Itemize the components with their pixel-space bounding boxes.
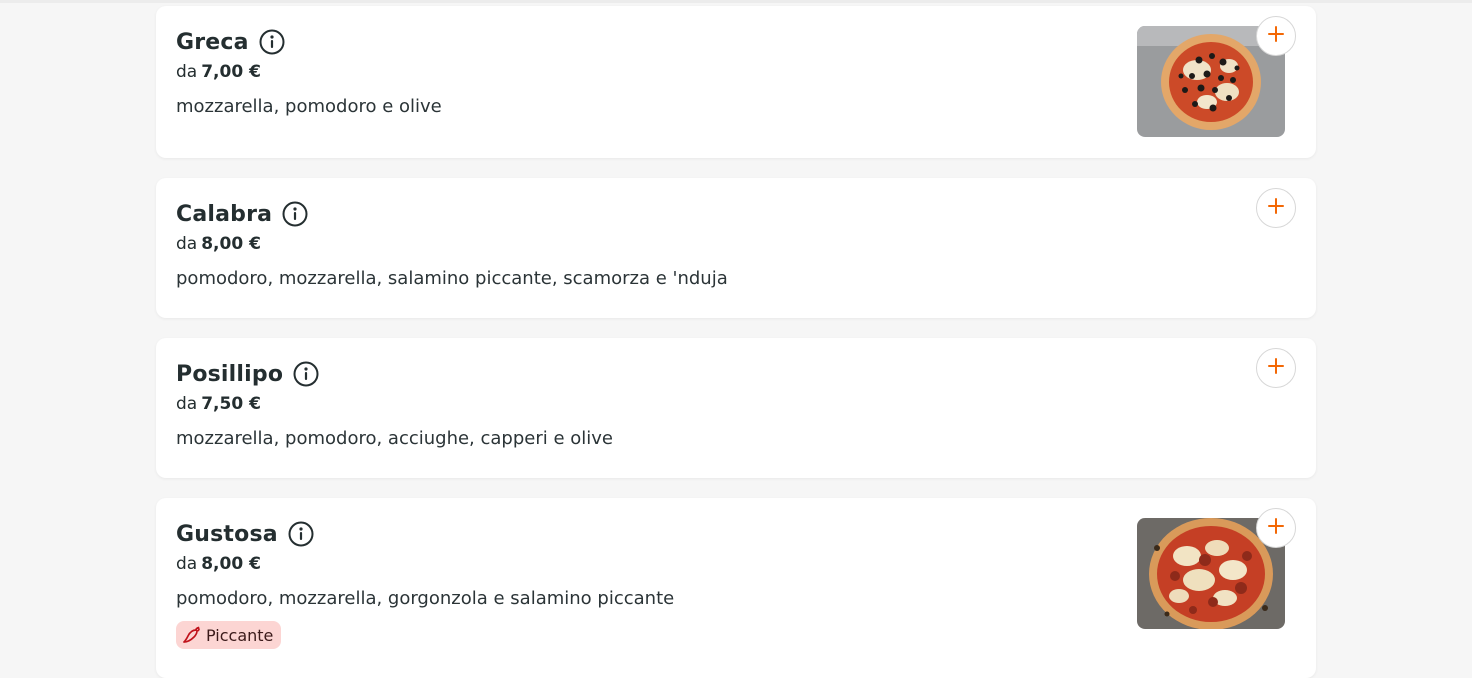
- item-title-row: Posillipo: [176, 358, 1296, 390]
- item-description: pomodoro, mozzarella, gorgonzola e salam…: [176, 588, 675, 609]
- plus-icon: [1267, 25, 1285, 47]
- item-price: 7,50 €: [201, 394, 261, 414]
- add-to-cart-button[interactable]: [1256, 16, 1296, 56]
- plus-icon: [1267, 517, 1285, 539]
- item-description: mozzarella, pomodoro, acciughe, capperi …: [176, 428, 614, 449]
- item-price-row: da 7,50 €: [176, 394, 1296, 418]
- menu-item-card[interactable]: Gustosa da 8,00 € pomodoro, mozzarella, g…: [156, 498, 1316, 678]
- item-price-row: da 7,00 €: [176, 62, 1296, 86]
- item-description: mozzarella, pomodoro e olive: [176, 96, 442, 117]
- top-header-edge: [0, 0, 1472, 3]
- badge-label: Piccante: [206, 625, 274, 645]
- price-prefix: da: [176, 394, 198, 414]
- add-to-cart-button[interactable]: [1256, 348, 1296, 388]
- menu-item-card[interactable]: Posillipo da 7,50 € mozzarella, pomodoro,…: [156, 338, 1316, 478]
- item-title-row: Calabra: [176, 198, 1296, 230]
- info-circle-icon[interactable]: [288, 521, 314, 547]
- item-title-row: Greca: [176, 26, 1296, 58]
- item-price: 8,00 €: [201, 234, 261, 254]
- info-circle-icon[interactable]: [259, 29, 285, 55]
- item-description: pomodoro, mozzarella, salamino piccante,…: [176, 268, 728, 289]
- menu-item-card[interactable]: Greca da 7,00 € mozzarella, pomodoro e ol…: [156, 6, 1316, 158]
- item-name: Gustosa: [176, 521, 278, 547]
- menu-item-card[interactable]: Calabra da 8,00 € pomodoro, mozzarella, s…: [156, 178, 1316, 318]
- add-to-cart-button[interactable]: [1256, 508, 1296, 548]
- info-circle-icon[interactable]: [282, 201, 308, 227]
- item-name: Posillipo: [176, 361, 284, 387]
- item-price-row: da 8,00 €: [176, 554, 1296, 578]
- item-title-row: Gustosa: [176, 518, 1296, 550]
- price-prefix: da: [176, 554, 198, 574]
- item-price: 7,00 €: [201, 62, 261, 82]
- plus-icon: [1267, 357, 1285, 379]
- menu-item-list: Greca da 7,00 € mozzarella, pomodoro e ol…: [156, 6, 1316, 678]
- plus-icon: [1267, 197, 1285, 219]
- price-prefix: da: [176, 234, 198, 254]
- price-prefix: da: [176, 62, 198, 82]
- add-to-cart-button[interactable]: [1256, 188, 1296, 228]
- item-name: Calabra: [176, 201, 273, 227]
- item-name: Greca: [176, 29, 249, 55]
- spicy-badge: Piccante: [176, 621, 282, 649]
- chili-pepper-icon: [182, 625, 202, 645]
- info-circle-icon[interactable]: [293, 361, 319, 387]
- item-price: 8,00 €: [201, 554, 261, 574]
- item-price-row: da 8,00 €: [176, 234, 1296, 258]
